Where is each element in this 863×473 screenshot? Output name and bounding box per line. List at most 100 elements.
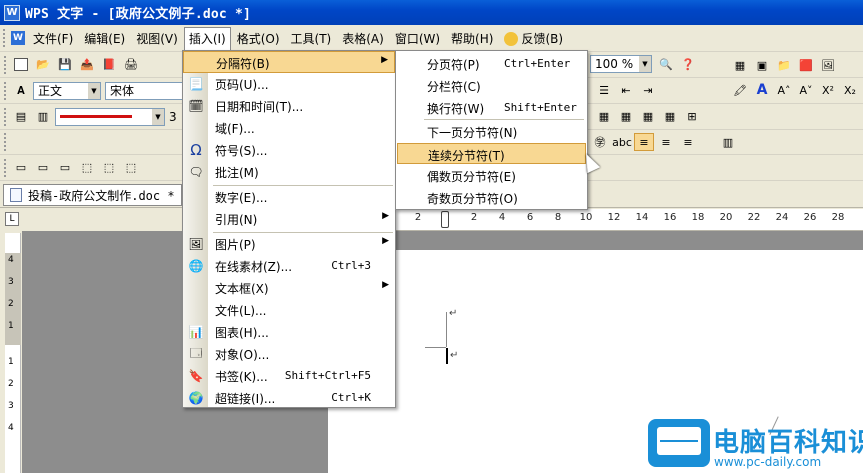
shape-icon[interactable]: ▭ <box>11 159 31 177</box>
submenu-item-shortcut: Ctrl+Enter <box>504 57 571 70</box>
table-fill-icon[interactable]: ▦ <box>660 107 680 125</box>
submenu-item-continuous-section[interactable]: 连续分节符(T) <box>397 143 586 164</box>
image-icon[interactable]: 🖼 <box>818 56 838 74</box>
vruler-tick: 2 <box>8 379 14 389</box>
menu-item-picture[interactable]: 🖼 图片(P) ▶ <box>183 233 395 255</box>
menu-item-file[interactable]: 文件(L)... <box>183 299 395 321</box>
print-icon[interactable]: 🖨 <box>121 56 141 74</box>
tab-stop-selector[interactable]: L <box>5 212 19 226</box>
selection-icon-2[interactable]: ⬚ <box>99 159 119 177</box>
horizontal-ruler[interactable]: 2 2 4 6 8 10 12 14 16 18 20 22 24 26 28 <box>395 209 863 231</box>
line-width-value[interactable]: 3 <box>169 110 177 124</box>
eraser-icon[interactable]: ▥ <box>33 108 53 126</box>
toolbar-grip[interactable] <box>4 107 7 126</box>
pdf-icon[interactable]: 📕 <box>99 56 119 74</box>
toolbar-grip[interactable] <box>4 81 7 100</box>
toolbar-grip[interactable] <box>4 158 7 177</box>
menu-item-page-number[interactable]: 📃 页码(U)... <box>183 73 395 95</box>
menu-item-field[interactable]: 域(F)... <box>183 117 395 139</box>
columns-icon[interactable]: ▥ <box>718 133 738 151</box>
submenu-item-even-page-section[interactable]: 偶数页分节符(E) <box>396 165 587 186</box>
document-menu-icon[interactable]: W <box>11 31 25 45</box>
menu-help[interactable]: 帮助(H) <box>446 27 498 50</box>
grid-icon[interactable]: ▦ <box>594 107 614 125</box>
shrink-font-icon[interactable]: A˅ <box>796 81 816 99</box>
document-tab[interactable]: 投稿-政府公文制作.doc * <box>3 184 182 206</box>
selection-icon[interactable]: ⬚ <box>77 159 97 177</box>
menu-item-symbol[interactable]: Ω 符号(S)... <box>183 139 395 161</box>
menu-grip[interactable] <box>3 29 7 47</box>
zoom-icon[interactable]: 🔍 <box>656 55 676 73</box>
font-color-icon[interactable]: A <box>752 81 772 99</box>
menu-edit[interactable]: 编辑(E) <box>79 27 130 50</box>
toolbar-grip[interactable] <box>4 55 7 74</box>
toolbar-grip[interactable] <box>4 133 7 151</box>
save-icon[interactable]: 💾 <box>55 56 75 74</box>
frame-icon[interactable]: ▣ <box>752 56 772 74</box>
menu-insert[interactable]: 插入(I) <box>183 27 231 52</box>
color-grid-icon[interactable]: 🟥 <box>796 56 816 74</box>
menu-item-reference[interactable]: 引用(N) ▶ <box>183 208 395 230</box>
menu-item-chart[interactable]: 📊 图表(H)... <box>183 321 395 343</box>
submenu-item-odd-page-section[interactable]: 奇数页分节符(O) <box>396 187 587 208</box>
wps-logo-icon: W <box>4 4 20 21</box>
submenu-item-page-break[interactable]: 分页符(P) Ctrl+Enter <box>396 53 587 74</box>
align-right-icon[interactable]: ≡ <box>678 133 698 151</box>
submenu-separator <box>424 119 584 120</box>
align-center-icon[interactable]: ≡ <box>656 133 676 151</box>
menu-window[interactable]: 窗口(W) <box>390 27 445 50</box>
open-folder-icon[interactable]: 📂 <box>33 56 53 74</box>
indent-marker[interactable] <box>441 211 449 228</box>
align-left-icon[interactable]: ≡ <box>634 133 654 151</box>
style-select[interactable]: 正文 ▼ <box>33 81 101 100</box>
menu-item-number[interactable]: 数字(E)... <box>183 186 395 208</box>
menu-item-date-time[interactable]: 🗓 日期和时间(T)... <box>183 95 395 117</box>
submenu-item-line-break[interactable]: 换行符(W) Shift+Enter <box>396 97 587 118</box>
table-icon[interactable]: ▦ <box>730 56 750 74</box>
menu-item-separator[interactable]: 分隔符(B) ▶ <box>183 51 395 73</box>
menu-item-bookmark[interactable]: 🔖 书签(K)... Shift+Ctrl+F5 <box>183 365 395 387</box>
highlight-icon[interactable]: 🖍 <box>730 81 750 99</box>
indent-icon[interactable]: ⇤ <box>616 81 636 99</box>
help-icon[interactable]: ❓ <box>678 55 698 73</box>
menu-item-comment[interactable]: 🗨 批注(M) <box>183 161 395 183</box>
menu-item-text-box[interactable]: 文本框(X) ▶ <box>183 277 395 299</box>
superscript-icon[interactable]: X² <box>818 81 838 99</box>
zoom-dropdown-arrow-icon[interactable]: ▼ <box>639 56 651 72</box>
outdent-icon[interactable]: ⇥ <box>638 81 658 99</box>
shape-icon-2[interactable]: ▭ <box>33 159 53 177</box>
menu-item-object[interactable]: 🗔 对象(O)... <box>183 343 395 365</box>
new-document-icon[interactable] <box>11 56 31 74</box>
list-icon[interactable]: ☰ <box>594 81 614 99</box>
draw-table-icon[interactable]: ▤ <box>11 108 31 126</box>
menu-feedback[interactable]: 反馈(B) <box>499 27 568 50</box>
menu-table[interactable]: 表格(A) <box>337 27 389 50</box>
menu-item-hyperlink[interactable]: 🌍 超链接(I)... Ctrl+K <box>183 387 395 409</box>
menu-format[interactable]: 格式(O) <box>232 27 285 50</box>
menu-item-label: 图表(H)... <box>215 326 269 340</box>
menu-tools[interactable]: 工具(T) <box>286 27 337 50</box>
shape-icon-3[interactable]: ▭ <box>55 159 75 177</box>
grow-font-icon[interactable]: A˄ <box>774 81 794 99</box>
submenu-item-next-page-section[interactable]: 下一页分节符(N) <box>396 121 587 142</box>
grid-icon-2[interactable]: ▦ <box>616 107 636 125</box>
line-style-dropdown-arrow-icon[interactable]: ▼ <box>152 108 164 125</box>
menu-view[interactable]: 视图(V) <box>131 27 183 50</box>
zoom-select[interactable]: 100 % ▼ <box>590 55 652 73</box>
grid-icon-3[interactable]: ▦ <box>638 107 658 125</box>
selection-icon-3[interactable]: ⬚ <box>121 159 141 177</box>
line-style-select[interactable]: ▼ <box>55 107 165 126</box>
cell-border-icon[interactable]: ⊞ <box>682 107 702 125</box>
phonetic-icon[interactable]: abc <box>612 133 632 151</box>
style-dropdown-arrow-icon[interactable]: ▼ <box>88 82 100 99</box>
vertical-ruler[interactable]: 4 3 2 1 1 2 3 4 <box>5 233 21 473</box>
menu-item-online-material[interactable]: 🌐 在线素材(Z)... Ctrl+3 <box>183 255 395 277</box>
folder-icon[interactable]: 📁 <box>774 56 794 74</box>
export-icon[interactable]: 📤 <box>77 56 97 74</box>
subscript-icon[interactable]: X₂ <box>840 81 860 99</box>
menu-file[interactable]: 文件(F) <box>28 27 78 50</box>
style-icon[interactable]: 𝐀 <box>11 82 31 100</box>
enclose-char-icon[interactable]: ㊫ <box>590 133 610 151</box>
submenu-item-column-break[interactable]: 分栏符(C) <box>396 75 587 96</box>
font-select[interactable]: 宋体 <box>105 81 185 100</box>
